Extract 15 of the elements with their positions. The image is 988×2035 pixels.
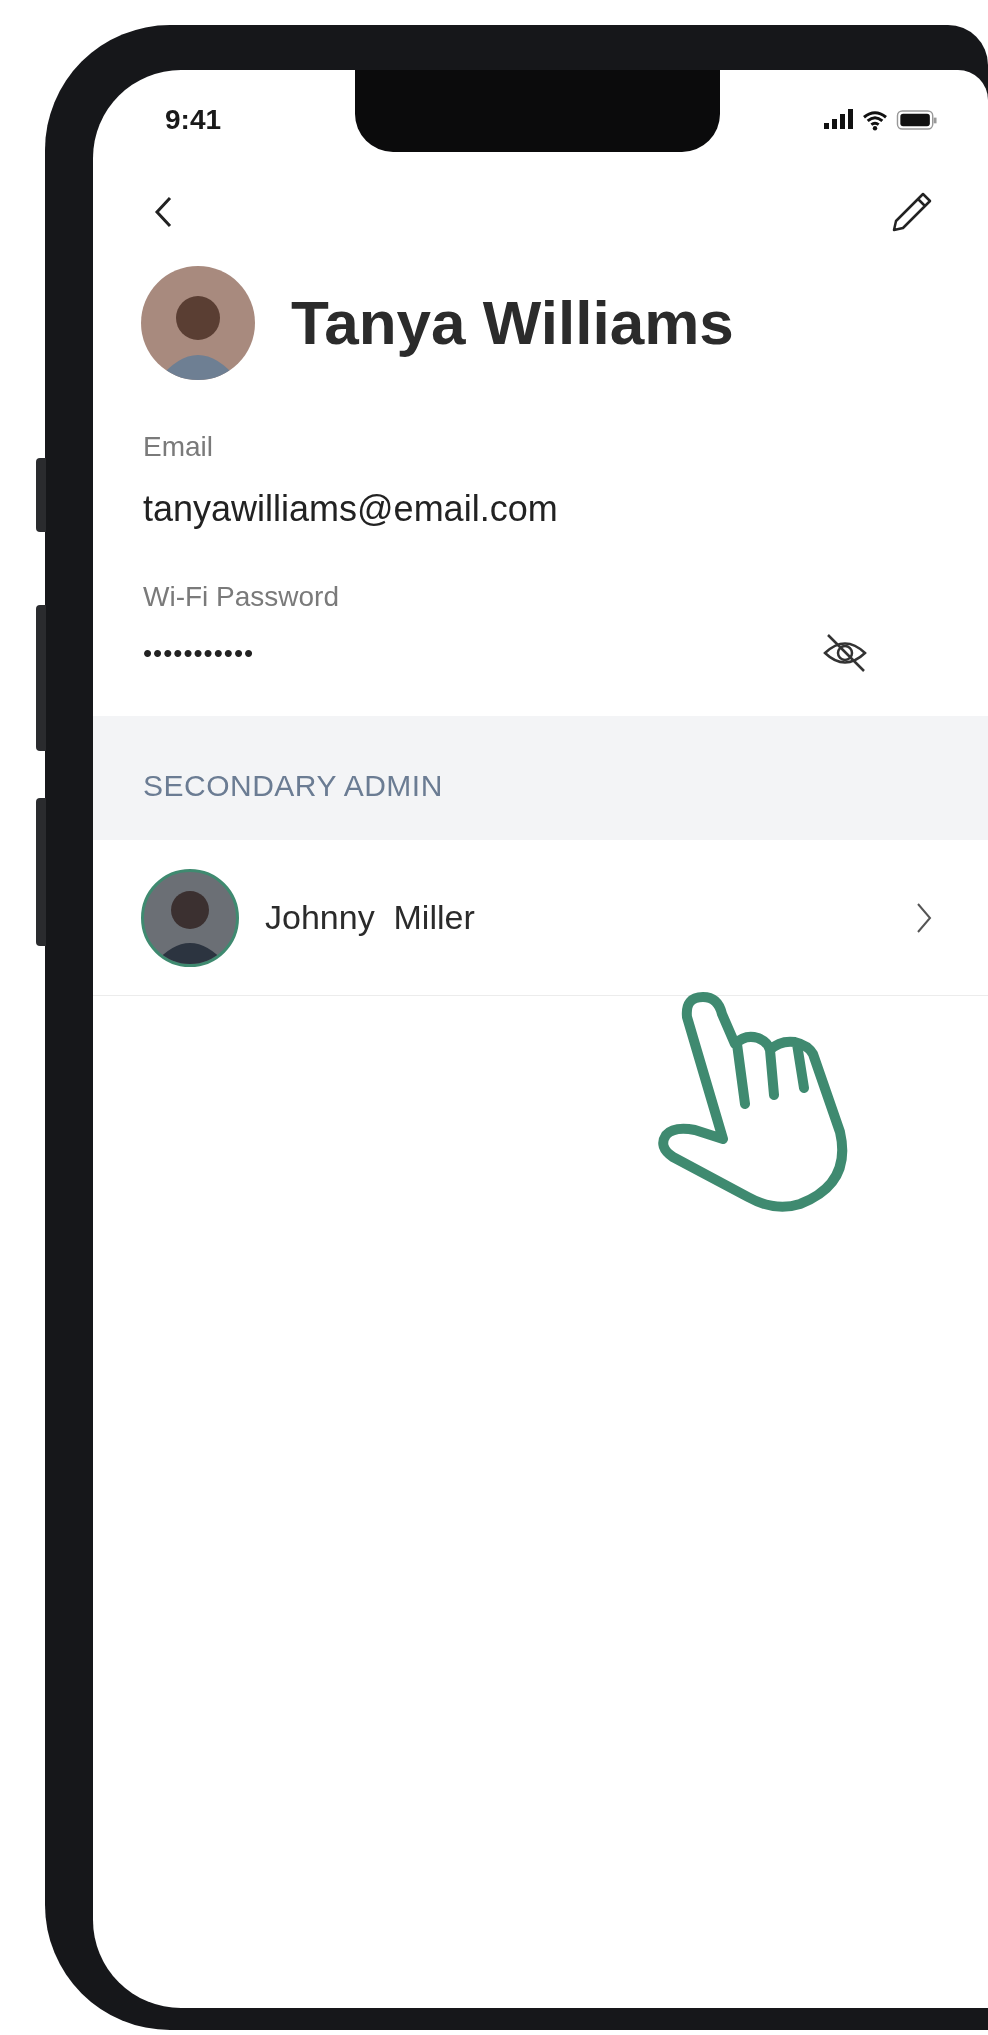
password-value: ••••••••••• [143, 636, 255, 670]
admin-row[interactable]: Johnny Miller [93, 840, 988, 996]
pencil-icon [890, 190, 934, 234]
signal-icon [824, 109, 854, 131]
field-label: Email [143, 430, 214, 464]
email-value: tanyawilliams@email.com [143, 487, 558, 531]
field-label: Wi-Fi Password [143, 580, 340, 614]
status-time: 9:41 [165, 103, 222, 137]
wifi-icon [862, 109, 888, 131]
battery-icon [896, 110, 938, 130]
chevron-right-icon [916, 901, 932, 934]
admin-name: Johnny Miller [265, 897, 476, 938]
back-icon [154, 196, 172, 228]
section-title: SECONDARY ADMIN [143, 767, 443, 804]
hide-password-icon[interactable] [822, 632, 868, 674]
